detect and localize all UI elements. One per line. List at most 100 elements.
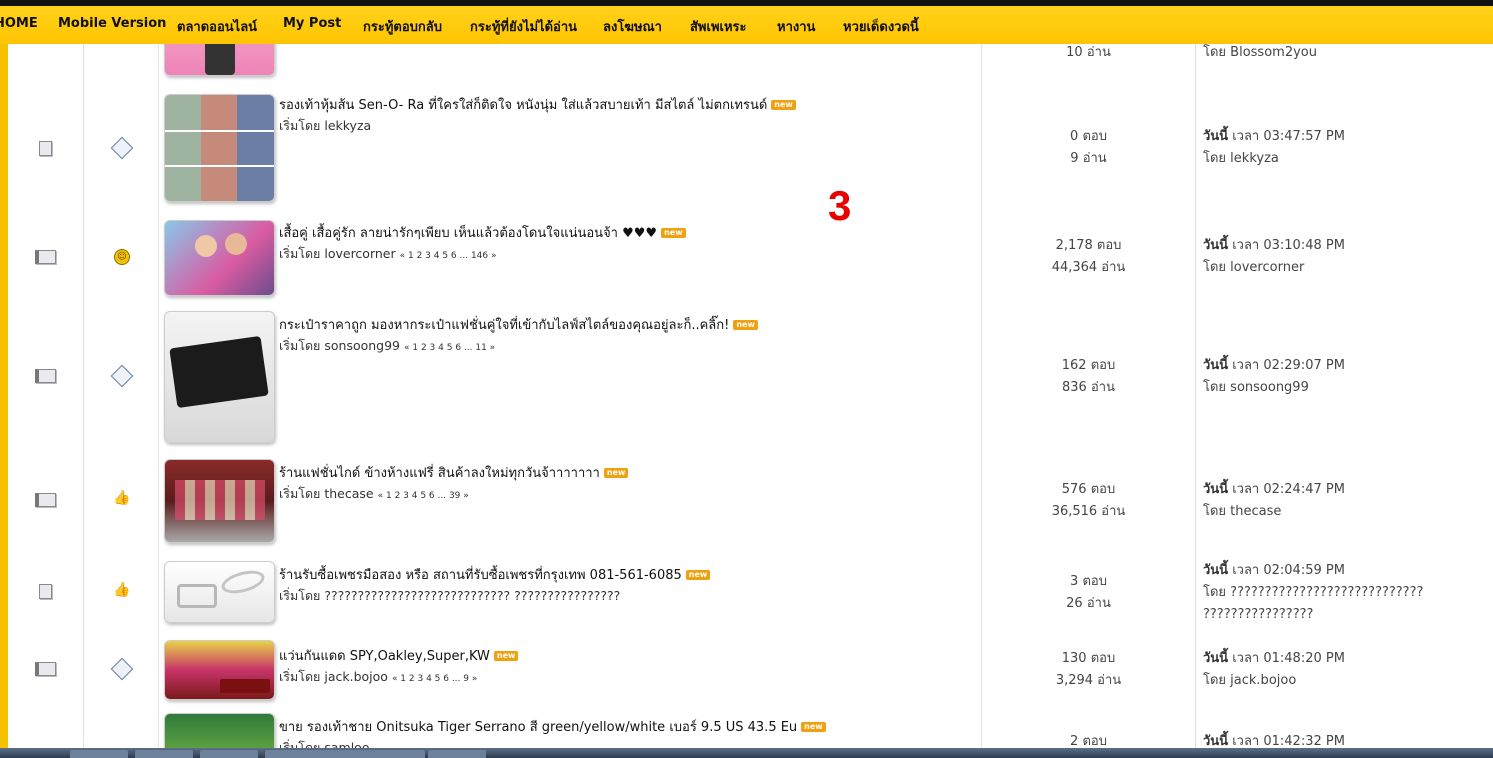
topic-row: ขาย รองเท้าชาย Onitsuka Tiger Serrano สี…	[8, 705, 1493, 748]
taskbar-button[interactable]	[200, 750, 258, 758]
thumbs-up-icon: 👍	[113, 582, 131, 598]
new-badge: new	[771, 100, 796, 110]
topic-title-link[interactable]: ร้านแฟชั่นไกด์ ข้างห้างแฟรี่ สินค้าลงใหม…	[279, 462, 629, 483]
new-badge: new	[661, 228, 686, 238]
topic-thumbnail[interactable]	[164, 44, 275, 76]
topic-thumbnail[interactable]	[164, 713, 275, 748]
page-links[interactable]: « 1 2 3 4 5 6 ... 9 »	[392, 674, 477, 684]
read-count: 10 อ่าน	[1066, 45, 1111, 60]
reply-count: 0 ตอบ	[1070, 129, 1107, 144]
taskbar-button[interactable]	[135, 750, 193, 758]
nav-my-post[interactable]: My Post	[283, 16, 341, 31]
last-post-by[interactable]: โดย ???????????????????????????? ???????…	[1203, 582, 1488, 626]
topic-starter: เริ่มโดย samloo	[279, 740, 370, 748]
topic-thumbnail[interactable]	[164, 220, 275, 296]
last-post-day: วันนี้	[1203, 129, 1229, 144]
last-post-by[interactable]: โดย jack.bojoo	[1203, 670, 1488, 692]
nav-home[interactable]: HOME	[0, 16, 38, 31]
taskbar-button[interactable]	[428, 750, 486, 758]
new-badge: new	[603, 468, 629, 478]
last-post-info: วันนี้ เวลา 01:42:32 PM	[1203, 731, 1488, 748]
last-post-by[interactable]: โดย lovercorner	[1203, 257, 1488, 279]
topic-stats: 3 ตอบ 26 อ่าน	[982, 571, 1195, 615]
topic-status-icon	[39, 584, 52, 599]
last-post-day: วันนี้	[1203, 238, 1229, 253]
last-post-info: วันนี้ เวลา 02:24:47 PM โดย thecase	[1203, 479, 1488, 523]
last-post-info: วันนี้ เวลา 01:48:20 PM โดย jack.bojoo	[1203, 648, 1488, 692]
last-post-time: เวลา 03:10:48 PM	[1228, 238, 1345, 253]
hot-topic-icon	[35, 662, 56, 676]
hot-topic-icon	[35, 369, 56, 383]
nav-unread-topics[interactable]: กระทู้ที่ยังไม่ได้อ่าน	[470, 16, 577, 37]
topic-title-link[interactable]: ร้านรับซื้อเพชรมือสอง หรือ สถานที่รับซื้…	[279, 564, 711, 585]
nav-replied-topics[interactable]: กระทู้ตอบกลับ	[363, 16, 442, 37]
last-post-by[interactable]: โดย lekkyza	[1203, 148, 1488, 170]
last-post-day: วันนี้	[1203, 651, 1229, 666]
last-post-info: วันนี้ เวลา 02:29:07 PM โดย sonsoong99	[1203, 355, 1488, 399]
topic-title-link[interactable]: รองเท้าหุ้มส้น Sen-O- Ra ที่ใครใส่ก็ติดใ…	[279, 94, 796, 115]
last-post-time: เวลา 02:04:59 PM	[1228, 563, 1345, 578]
nav-advertise[interactable]: ลงโฆษณา	[603, 16, 662, 37]
page-links[interactable]: « 1 2 3 4 5 6 ... 146 »	[400, 251, 497, 261]
topic-stats: 2,178 ตอบ 44,364 อ่าน	[982, 235, 1195, 279]
topic-thumbnail[interactable]	[164, 311, 275, 443]
read-count: 44,364 อ่าน	[1051, 260, 1126, 275]
topic-stats: 162 ตอบ 836 อ่าน	[982, 355, 1195, 399]
main-navigation: HOME Mobile Version ตลาดออนไลน์ My Post …	[0, 6, 1493, 45]
topic-thumbnail[interactable]	[164, 640, 275, 700]
last-post-by[interactable]: โดย sonsoong99	[1203, 377, 1488, 399]
read-count: 36,516 อ่าน	[1051, 504, 1126, 519]
topic-row: 👍 ร้านรับซื้อเพชรมือสอง หรือ สถานที่รับซ…	[8, 550, 1493, 633]
page-left-border	[0, 44, 8, 748]
last-post-time: เวลา 01:48:20 PM	[1228, 651, 1345, 666]
topic-thumbnail[interactable]	[164, 459, 275, 543]
topic-starter: เริ่มโดย ???????????????????????????? ??…	[279, 588, 621, 603]
nav-misc[interactable]: สัพเพเหระ	[690, 16, 747, 37]
nav-mobile-version[interactable]: Mobile Version	[58, 16, 166, 31]
page-links[interactable]: « 1 2 3 4 5 6 ... 11 »	[404, 343, 495, 353]
topic-row: รองเท้าหุ้มส้น Sen-O- Ra ที่ใครใส่ก็ติดใ…	[8, 84, 1493, 213]
last-post-info: วันนี้ เวลา 03:10:48 PM โดย lovercorner	[1203, 235, 1488, 279]
last-post-day: วันนี้	[1203, 358, 1229, 373]
last-post-day: วันนี้	[1203, 734, 1229, 748]
post-type-icon	[110, 364, 134, 388]
taskbar-button[interactable]	[265, 750, 323, 758]
topic-row: แว่นกันแดด SPY,Oakley,Super,KW new เริ่มโ…	[8, 632, 1493, 706]
taskbar-button[interactable]	[367, 750, 425, 758]
topic-thumbnail[interactable]	[164, 561, 275, 623]
topic-starter: เริ่มโดย lovercorner « 1 2 3 4 5 6 ... 14…	[279, 246, 497, 261]
last-post-day: วันนี้	[1203, 563, 1229, 578]
last-post-time: เวลา 03:47:57 PM	[1228, 129, 1345, 144]
read-count: 3,294 อ่าน	[1055, 673, 1122, 688]
read-count: 9 อ่าน	[1070, 151, 1107, 166]
last-post-info: วันนี้ เวลา 03:47:57 PM โดย lekkyza	[1203, 126, 1488, 170]
annotation-number: 3	[828, 182, 852, 229]
nav-lottery[interactable]: หวยเด็ดงวดนี้	[843, 16, 919, 37]
topic-row: กระเป๋าราคาถูก มองหากระเป๋าแฟชั่นคู่ใจที…	[8, 302, 1493, 451]
last-post-by: โดย Blossom2you	[1203, 45, 1317, 60]
last-post-by[interactable]: โดย thecase	[1203, 501, 1488, 523]
new-badge: new	[733, 320, 758, 330]
page-links[interactable]: « 1 2 3 4 5 6 ... 39 »	[378, 491, 469, 501]
topic-stats: 0 ตอบ 9 อ่าน	[982, 126, 1195, 170]
reply-count: 162 ตอบ	[1061, 358, 1116, 373]
new-badge: new	[685, 570, 711, 580]
nav-online-market[interactable]: ตลาดออนไลน์	[177, 16, 257, 37]
reply-count: 576 ตอบ	[1061, 482, 1116, 497]
topic-title-link[interactable]: เสื้อคู่ เสื้อคู่รัก ลายน่ารักๆเพียบ เห็…	[279, 222, 686, 243]
topic-starter: เริ่มโดย jack.bojoo « 1 2 3 4 5 6 ... 9 »	[279, 669, 478, 684]
topic-status-icon	[39, 141, 52, 156]
topic-title-link[interactable]: กระเป๋าราคาถูก มองหากระเป๋าแฟชั่นคู่ใจที…	[279, 314, 758, 335]
topic-starter: เริ่มโดย sonsoong99 « 1 2 3 4 5 6 ... 11 …	[279, 338, 496, 353]
reply-count: 2 ตอบ	[1070, 734, 1107, 748]
last-post-time: เวลา 02:29:07 PM	[1228, 358, 1345, 373]
smiley-icon: ☺	[114, 249, 130, 265]
topic-title-link[interactable]: ขาย รองเท้าชาย Onitsuka Tiger Serrano สี…	[279, 716, 826, 737]
topic-starter: เริ่มโดย thecase « 1 2 3 4 5 6 ... 39 »	[279, 486, 469, 501]
read-count: 26 อ่าน	[1066, 596, 1111, 611]
taskbar-button[interactable]	[70, 750, 128, 758]
nav-jobs[interactable]: หางาน	[777, 16, 815, 37]
topic-title-link[interactable]: แว่นกันแดด SPY,Oakley,Super,KW new	[279, 645, 519, 666]
topic-thumbnail[interactable]	[164, 94, 275, 202]
read-count: 836 อ่าน	[1062, 380, 1115, 395]
